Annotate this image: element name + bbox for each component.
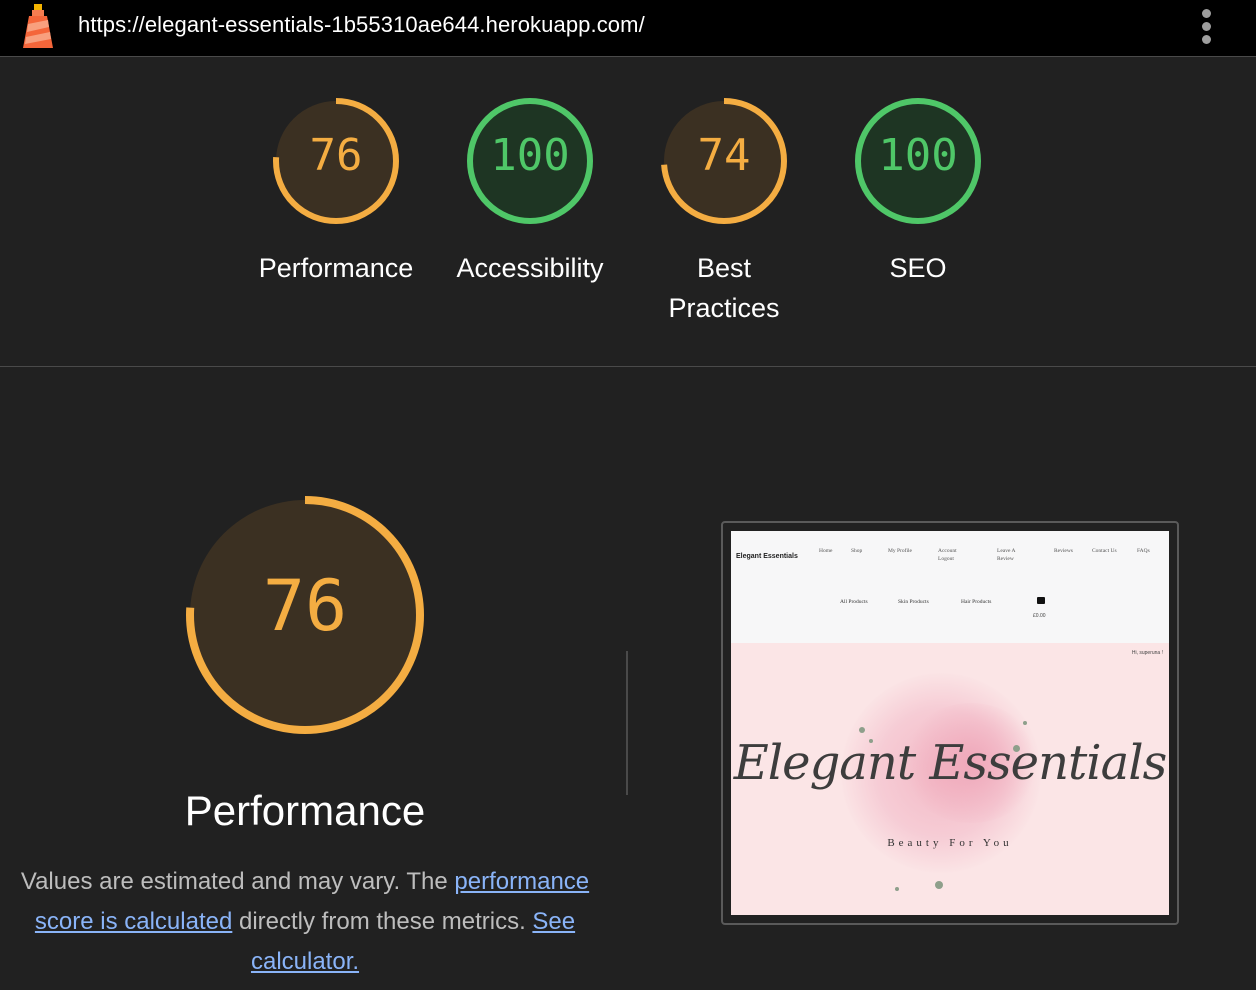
site-nav-item: FAQs [1137,548,1150,554]
site-hero-tagline: Beauty For You [887,837,1013,849]
page-url: https://elegant-essentials-1b55310ae644.… [78,12,645,37]
gauge-score: 100 [878,130,958,181]
more-vert-icon[interactable] [1193,6,1219,46]
desc-text: Values are estimated and may vary. The [20,868,455,895]
decor-dot [859,727,865,733]
site-subnav-item: Hair Products [961,599,992,605]
performance-title: Performance [184,787,426,834]
decor-dot [895,887,899,891]
site-brand: Elegant Essentials [736,553,798,560]
site-hero: Hi, superuna ! Elegant Essentials Beauty… [731,643,1169,915]
gauge-seo[interactable]: 100 SEO [828,96,1008,288]
gauge-label: Performance [258,253,414,283]
lighthouse-icon [23,4,53,48]
site-nav-item: Reviews [1054,548,1073,554]
site-nav-item: Home [819,548,833,554]
desc-text: directly from these metrics. [232,908,533,935]
site-subnav-item: Skin Products [898,599,929,605]
page-screenshot[interactable]: Elegant Essentials Home Shop My Profile … [721,521,1179,925]
gauge-label-line: Practices [668,293,780,323]
score-summary: 76 Performance 100 Accessibility 74 Best… [0,57,1256,367]
divider [626,651,628,795]
site-subnav-item: All Products [840,599,868,605]
bag-icon [1037,597,1045,604]
screenshot-image: Elegant Essentials Home Shop My Profile … [731,531,1169,915]
site-hero-title: Elegant Essentials [733,735,1167,791]
site-nav-item: Shop [851,548,863,554]
site-nav-item: Leave A Review [997,548,1016,562]
gauge-label: Best Practices [634,248,814,328]
gauge-score: 74 [697,130,751,181]
bag-total: £0.00 [1033,613,1046,619]
gauge-score: 76 [309,130,363,181]
gauge-label: SEO [889,253,947,283]
site-nav-item: Account Logout [938,548,957,562]
top-bar: https://elegant-essentials-1b55310ae644.… [0,0,1256,57]
performance-score: 76 [262,565,348,647]
site-nav-item: Contact Us [1092,548,1117,554]
gauge-score: 100 [490,130,570,181]
gauge-best-practices[interactable]: 74 Best Practices [634,96,814,328]
gauge-label-line: Best [696,253,752,283]
gauge-accessibility[interactable]: 100 Accessibility [440,96,620,288]
gauge-label: Accessibility [456,253,604,283]
performance-description: Values are estimated and may vary. The p… [20,862,590,982]
performance-gauge-large: 76 [150,495,460,750]
decor-dot [935,881,943,889]
site-greeting: Hi, superuna ! [1131,650,1163,656]
gauge-performance[interactable]: 76 Performance [246,96,426,288]
site-nav-item: My Profile [888,548,912,554]
decor-dot [1023,721,1027,725]
